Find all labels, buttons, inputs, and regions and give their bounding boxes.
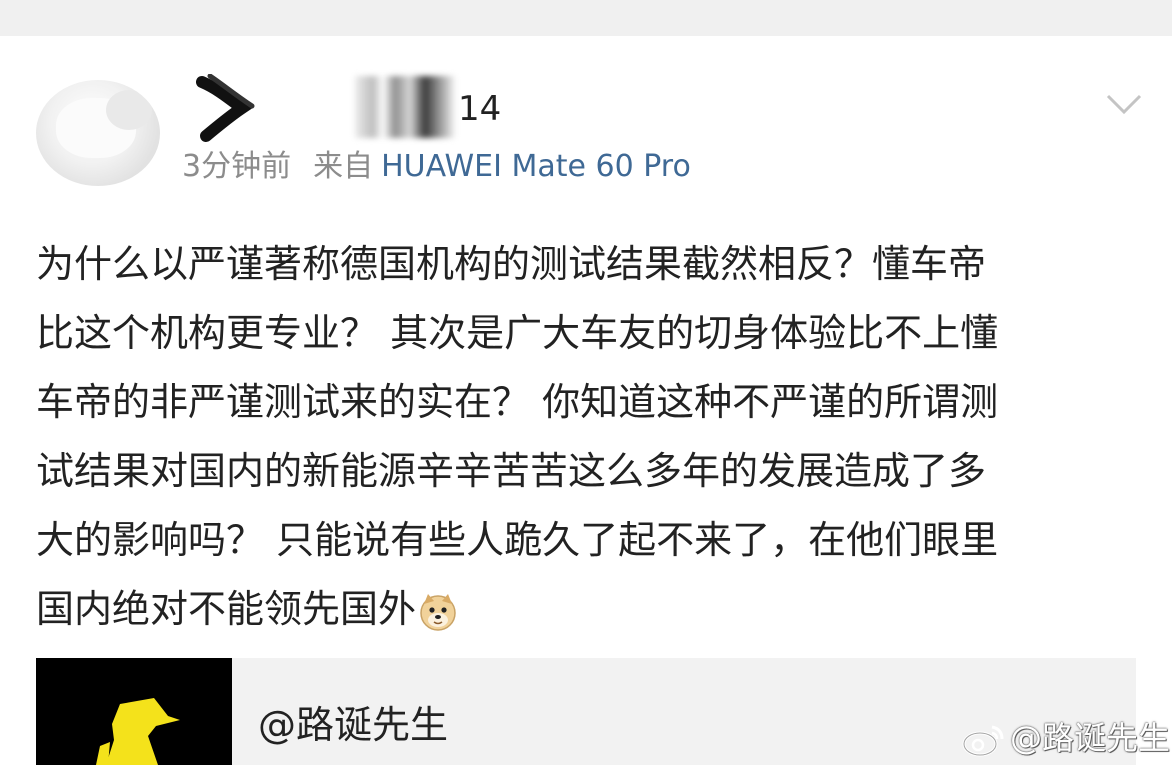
user-avatar[interactable] <box>36 80 160 186</box>
post-text-line: 试结果对国内的新能源辛辛苦苦这么多年的发展造成了多 <box>36 449 987 493</box>
post-source-label: 来自 <box>313 149 374 184</box>
post-time: 3分钟前 <box>182 149 292 184</box>
username-redaction-scribble <box>196 74 255 142</box>
username-suffix[interactable]: 14 <box>458 90 501 128</box>
quoted-post-author[interactable]: @路诞先生 <box>258 702 448 748</box>
username-redaction-blur <box>355 76 455 138</box>
doge-emoji-icon <box>420 593 456 631</box>
post-text-line: 比这个机构更专业？ 其次是广大车友的切身体验比不上懂 <box>36 311 999 355</box>
post-text-last-line: 国内绝对不能领先国外 <box>36 575 1136 644</box>
post-body: 为什么以严谨著称德国机构的测试结果截然相反？懂车帝 比这个机构更专业？ 其次是广… <box>36 230 1136 644</box>
post-meta: 3分钟前 来自 HUAWEI Mate 60 Pro <box>182 148 691 186</box>
yellow-figure-icon <box>96 698 180 765</box>
post-text-line: 国内绝对不能领先国外 <box>36 587 417 631</box>
watermark-text: @路诞先生 <box>1010 719 1171 757</box>
quoted-post-thumbnail <box>36 658 232 765</box>
weibo-watermark: @路诞先生 <box>962 718 1170 758</box>
top-gray-bar <box>0 0 1172 36</box>
post-text-line: 大的影响吗？ 只能说有些人跪久了起不来了，在他们眼里 <box>36 518 999 562</box>
post-text-line: 车帝的非严谨测试来的实在？ 你知道这种不严谨的所谓测 <box>36 380 999 424</box>
avatar-shape-2 <box>106 90 152 130</box>
post-device-link[interactable]: HUAWEI Mate 60 Pro <box>381 149 691 184</box>
weibo-logo-icon <box>962 725 1004 757</box>
post-text-line: 为什么以严谨著称德国机构的测试结果截然相反？懂车帝 <box>36 242 987 286</box>
chevron-down-icon[interactable] <box>1104 90 1144 118</box>
